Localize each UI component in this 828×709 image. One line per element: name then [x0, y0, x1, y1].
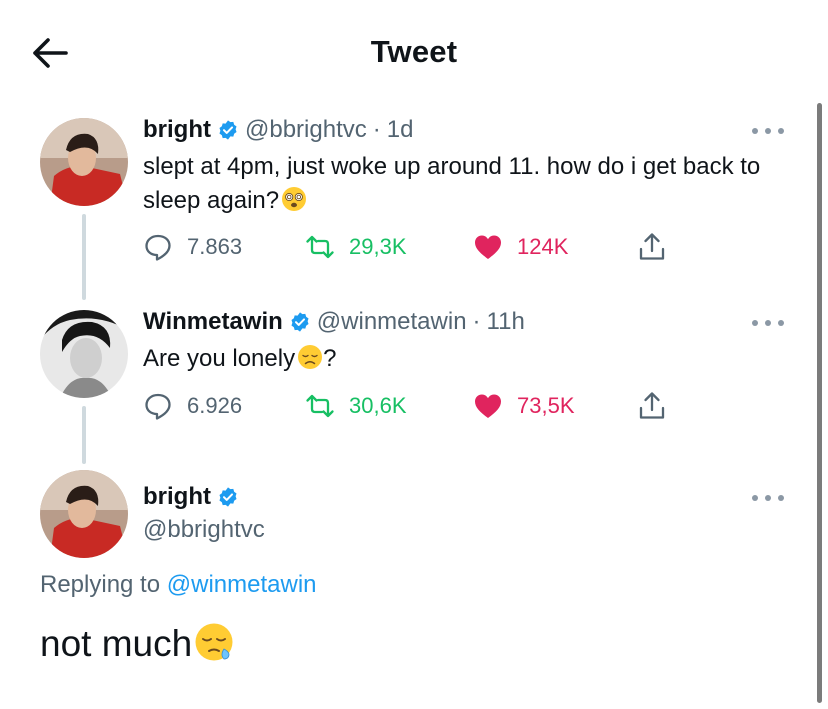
more-dot — [778, 495, 784, 501]
reply-button[interactable]: 7.863 — [143, 230, 242, 264]
more-dot — [778, 128, 784, 134]
tweet-winmetawin[interactable]: Winmetawin @winmetawin · 11h Are you lon… — [0, 305, 828, 465]
more-dot — [752, 495, 758, 501]
heart-icon — [475, 235, 501, 259]
timestamp[interactable]: 1d — [387, 116, 414, 144]
reply-icon — [145, 393, 171, 420]
tweet-text-content: Are you lonely — [143, 345, 296, 372]
handle[interactable]: @winmetawin — [317, 308, 467, 336]
reply-icon — [145, 234, 171, 261]
retweet-button[interactable]: 29,3K — [305, 230, 407, 264]
action-bar: 7.863 29,3K 124K — [143, 230, 683, 264]
more-dot — [765, 320, 771, 326]
sleepy-face-icon — [195, 623, 233, 661]
more-options-button[interactable] — [752, 491, 784, 505]
display-name[interactable]: bright — [143, 116, 211, 144]
separator-dot: · — [372, 116, 381, 143]
retweet-icon — [306, 235, 334, 259]
display-name[interactable]: Winmetawin — [143, 308, 283, 336]
tweet-text: Are you lonely ? — [143, 342, 793, 376]
share-button[interactable] — [637, 389, 667, 423]
replying-prefix: Replying to — [40, 571, 161, 598]
disappointed-face-icon — [298, 345, 323, 369]
more-dot — [752, 128, 758, 134]
like-button[interactable]: 73,5K — [473, 389, 575, 423]
replying-to-link[interactable]: @winmetawin — [167, 571, 317, 598]
handle[interactable]: @bbrightvc — [143, 516, 265, 544]
main-tweet-text: not much — [40, 622, 234, 665]
separator-dot: · — [472, 308, 481, 335]
verified-badge-icon — [291, 312, 309, 332]
verified-badge-icon — [219, 487, 237, 507]
main-name-row: bright — [143, 483, 245, 511]
share-button[interactable] — [637, 230, 667, 264]
share-icon — [639, 233, 665, 260]
main-tweet-text-content: not much — [40, 623, 193, 664]
retweet-count: 29,3K — [349, 234, 407, 259]
tweet-bright[interactable]: bright @bbrightvc · 1d slept at 4pm, jus… — [0, 0, 828, 305]
like-count: 73,5K — [517, 393, 575, 418]
avatar-bright[interactable] — [40, 118, 128, 206]
heart-icon — [475, 394, 501, 418]
display-name[interactable]: bright — [143, 483, 211, 511]
replying-to: Replying to @winmetawin — [40, 571, 317, 599]
more-options-button[interactable] — [752, 124, 784, 138]
reply-button[interactable]: 6.926 — [143, 389, 242, 423]
avatar-bright[interactable] — [40, 470, 128, 558]
tweet-header: bright @bbrightvc · 1d — [143, 116, 413, 144]
like-button[interactable]: 124K — [473, 230, 568, 264]
tweet-header: Winmetawin @winmetawin · 11h — [143, 308, 525, 336]
retweet-icon — [306, 394, 334, 418]
tweet-text-content: slept at 4pm, just woke up around 11. ho… — [143, 153, 761, 214]
thread-line — [82, 214, 86, 300]
more-dot — [765, 495, 771, 501]
more-dot — [765, 128, 771, 134]
more-options-button[interactable] — [752, 316, 784, 330]
share-icon — [639, 392, 665, 419]
verified-badge-icon — [219, 120, 237, 140]
reply-count: 7.863 — [187, 234, 243, 259]
avatar-winmetawin[interactable] — [40, 310, 128, 398]
tweet-text: slept at 4pm, just woke up around 11. ho… — [143, 150, 793, 218]
retweet-count: 30,6K — [349, 393, 407, 418]
reply-count: 6.926 — [187, 393, 243, 418]
main-handle-row: @bbrightvc — [143, 516, 265, 544]
more-dot — [778, 320, 784, 326]
timestamp[interactable]: 11h — [487, 308, 525, 336]
face-with-spiral-eyes-icon — [282, 187, 307, 211]
like-count: 124K — [517, 234, 569, 259]
more-dot — [752, 320, 758, 326]
action-bar: 6.926 30,6K 73,5K — [143, 389, 683, 423]
retweet-button[interactable]: 30,6K — [305, 389, 407, 423]
handle[interactable]: @bbrightvc — [245, 116, 367, 144]
thread-line — [82, 406, 86, 464]
tweet-text-suffix: ? — [323, 345, 337, 372]
